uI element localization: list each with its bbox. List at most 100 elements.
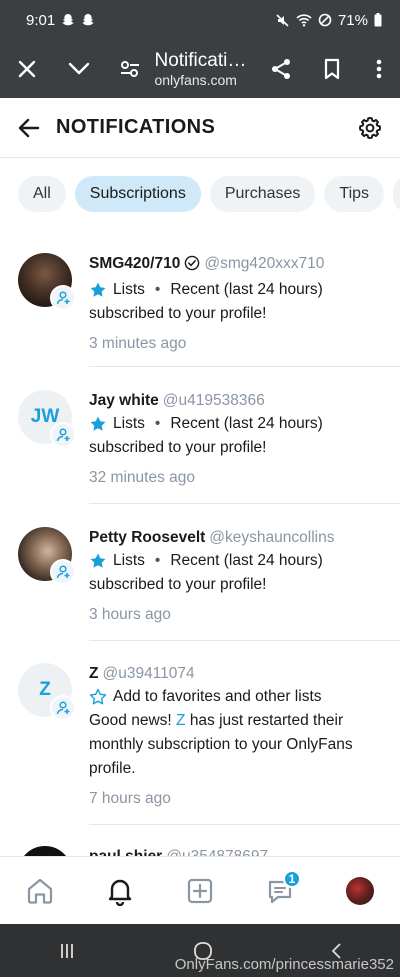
divider [89, 503, 400, 504]
message-prefix: Good news! [89, 712, 172, 729]
mute-icon [275, 13, 290, 28]
notification-message: subscribed to your profile! [89, 305, 267, 322]
list-label: Lists [113, 415, 145, 432]
notification-message: subscribed to your profile! [89, 576, 267, 593]
close-tab-button[interactable] [6, 48, 47, 90]
avatar[interactable] [18, 253, 76, 311]
divider [89, 824, 400, 825]
avatar[interactable] [18, 846, 72, 856]
user-handle[interactable]: @u354878697 [166, 848, 268, 856]
nav-messages[interactable]: 1 [257, 868, 303, 914]
watermark: OnlyFans.com/princessmarie352 [174, 956, 394, 973]
bookmark-icon [325, 58, 340, 80]
star-filled-icon [90, 553, 106, 568]
filter-more[interactable] [393, 176, 400, 212]
home-icon [27, 878, 53, 904]
settings-button[interactable] [358, 116, 382, 140]
back-button[interactable] [18, 118, 40, 138]
site-settings-button[interactable] [109, 48, 150, 90]
divider [89, 640, 400, 641]
share-button[interactable] [261, 48, 302, 90]
avatar[interactable]: Z [18, 663, 76, 721]
minimize-button[interactable] [58, 48, 99, 90]
star-filled-icon [90, 282, 106, 297]
wifi-icon [296, 13, 312, 27]
avatar[interactable]: JW [18, 390, 76, 448]
battery-icon [374, 13, 382, 27]
user-handle[interactable]: @keyshauncollins [209, 529, 334, 546]
page-address[interactable]: Notificati… onlyfans.com [154, 50, 248, 88]
filter-chips: All Subscriptions Purchases Tips [18, 176, 400, 212]
user-name[interactable]: paul shier [89, 848, 162, 856]
lists-link[interactable]: Lists • Recent (last 24 hours) [89, 412, 382, 436]
battery-percent: 71% [337, 11, 368, 29]
lists-link[interactable]: Lists • Recent (last 24 hours) [89, 549, 382, 573]
lists-link[interactable]: Lists • Recent (last 24 hours) [89, 278, 382, 302]
user-name[interactable]: Petty Roosevelt [89, 529, 205, 546]
list-extra: Recent (last 24 hours) [170, 415, 323, 432]
separator-dot: • [154, 415, 161, 432]
person-add-icon [56, 428, 70, 442]
notification-time: 7 hours ago [89, 790, 171, 807]
filter-purchases[interactable]: Purchases [209, 176, 316, 212]
nav-new-post[interactable] [177, 868, 223, 914]
star-filled-icon [90, 416, 106, 431]
user-name[interactable]: Z [89, 665, 98, 682]
notification-item[interactable]: paul shier @u354878697 [0, 846, 400, 856]
snapchat-icon [61, 13, 75, 27]
messages-badge: 1 [283, 869, 301, 888]
nav-home[interactable] [17, 868, 63, 914]
star-outline-icon [89, 688, 107, 705]
list-label: Add to favorites and other lists [113, 688, 322, 705]
filter-subscriptions[interactable]: Subscriptions [74, 176, 201, 212]
bottom-navigation: 1 [0, 856, 400, 924]
separator-dot: • [154, 552, 161, 569]
list-extra: Recent (last 24 hours) [170, 281, 323, 298]
tune-icon [120, 61, 139, 77]
more-vertical-icon [377, 59, 382, 79]
divider [89, 366, 400, 367]
nav-profile[interactable] [337, 868, 383, 914]
user-name[interactable]: Jay white [89, 392, 159, 409]
verified-icon [184, 255, 200, 278]
close-icon [18, 60, 35, 78]
filter-all[interactable]: All [18, 176, 66, 212]
nav-notifications[interactable] [97, 868, 143, 914]
notification-time: 3 minutes ago [89, 335, 187, 352]
status-bar: 9:01 71% [0, 0, 400, 40]
subscriber-badge [50, 285, 76, 311]
snapchat-icon [81, 13, 95, 27]
filter-tips[interactable]: Tips [324, 176, 385, 212]
browser-toolbar: Notificati… onlyfans.com [0, 40, 400, 98]
share-icon [272, 59, 291, 79]
add-to-lists-link[interactable]: Add to favorites and other lists [89, 685, 382, 709]
page-title: NOTIFICATIONS [56, 116, 216, 138]
subscriber-badge [50, 695, 76, 721]
tab-title: Notificati… [154, 50, 247, 72]
add-square-icon [187, 878, 213, 903]
list-label: Lists [113, 281, 145, 298]
user-name[interactable]: SMG420/710 [89, 255, 180, 272]
bookmark-button[interactable] [312, 48, 353, 90]
do-not-disturb-icon [318, 13, 332, 27]
bell-icon [108, 879, 132, 906]
page-domain: onlyfans.com [154, 71, 237, 88]
recents-icon [61, 943, 74, 958]
subscriber-badge [50, 559, 76, 585]
user-handle[interactable]: @smg420xxx710 [204, 255, 324, 272]
avatar[interactable] [18, 527, 76, 585]
arrow-left-icon [18, 118, 40, 137]
notification-time: 3 hours ago [89, 606, 171, 623]
gear-icon [359, 116, 381, 139]
separator-dot: • [154, 281, 161, 298]
person-add-icon [56, 291, 70, 305]
recent-apps-button[interactable] [58, 942, 76, 960]
user-handle[interactable]: @u39411074 [102, 665, 194, 682]
profile-avatar [346, 876, 374, 905]
user-mention-link[interactable]: Z [176, 712, 185, 729]
notification-message: Good news! Z has just restarted their mo… [89, 709, 382, 781]
status-time: 9:01 [26, 11, 56, 29]
more-options-button[interactable] [359, 48, 400, 90]
user-handle[interactable]: @u419538366 [163, 392, 265, 409]
person-add-icon [56, 701, 70, 715]
